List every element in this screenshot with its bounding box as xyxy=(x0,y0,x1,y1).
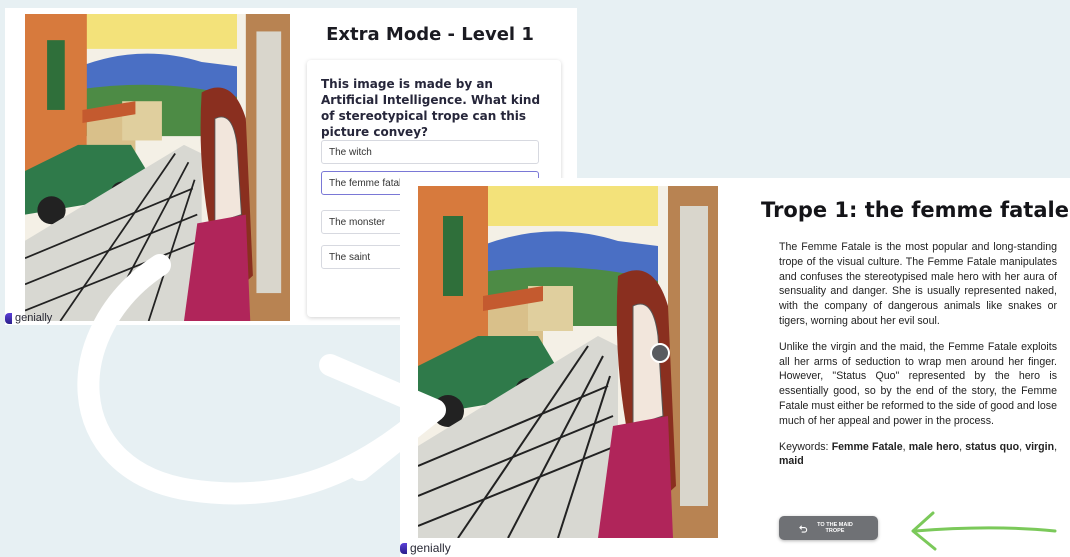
keyword: maid xyxy=(779,455,804,468)
keywords-line: Keywords: Femme Fatale, male hero, statu… xyxy=(779,440,1058,468)
keyword: virgin xyxy=(1025,440,1055,453)
to-maid-trope-button[interactable]: TO THE MAID TROPE xyxy=(779,516,878,540)
keyword: male hero xyxy=(908,440,960,453)
stage: Extra Mode - Level 1 This image is made … xyxy=(0,0,1070,557)
brand-name: genially xyxy=(15,312,53,324)
description-paragraph-2: Unlike the virgin and the maid, the Femm… xyxy=(779,340,1057,427)
trope-slide: Trope 1: the femme fatale The Femme Fata… xyxy=(400,178,1070,557)
brand-name: genially xyxy=(410,541,451,555)
quiz-question: This image is made by an Artificial Inte… xyxy=(321,77,541,139)
keyword: Femme Fatale xyxy=(831,440,903,453)
keywords-label: Keywords: xyxy=(779,440,829,453)
trope-description: The Femme Fatale is the most popular and… xyxy=(779,240,1057,480)
genially-logo-icon xyxy=(400,542,407,554)
description-paragraph-1: The Femme Fatale is the most popular and… xyxy=(779,241,1057,327)
keyword: status quo xyxy=(965,440,1020,453)
ai-painting-large xyxy=(418,186,718,538)
slide-title: Extra Mode - Level 1 xyxy=(326,24,534,45)
brand-watermark: genially xyxy=(5,312,52,324)
green-arrow-icon xyxy=(911,511,1057,551)
genially-logo-icon xyxy=(5,312,12,324)
option-witch[interactable]: The witch xyxy=(321,140,539,164)
hotspot-marker[interactable] xyxy=(650,343,670,363)
ai-painting xyxy=(25,14,290,321)
undo-icon xyxy=(799,524,808,533)
brand-watermark: genially xyxy=(400,541,451,555)
trope-title: Trope 1: the femme fatale xyxy=(761,198,1069,222)
button-label: TO THE MAID TROPE xyxy=(817,522,853,534)
